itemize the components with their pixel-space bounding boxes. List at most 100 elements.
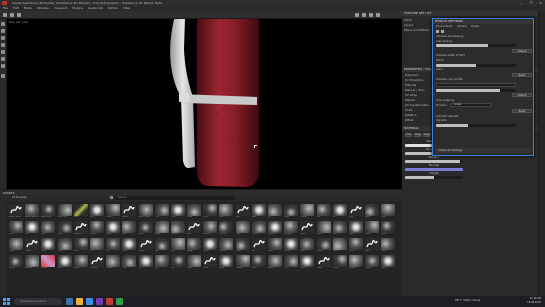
brush-thumbnail[interactable]: Flakes xyxy=(348,221,363,237)
brush-thumbnail[interactable]: Oil 2 xyxy=(284,255,299,271)
brush-thumbnail[interactable]: Wear xyxy=(348,238,363,254)
tab-viewer[interactable]: Viewer xyxy=(471,25,480,28)
brush-thumbnail[interactable]: Pencil xyxy=(9,221,23,237)
brush-thumbnail[interactable]: Canvas xyxy=(219,221,234,237)
brush-thumbnail[interactable]: Spray xyxy=(106,221,121,237)
minimize-button[interactable]: — xyxy=(519,1,524,5)
brush-thumbnail[interactable]: Artistic Brush xyxy=(9,204,23,220)
brush-thumbnail[interactable]: Streak xyxy=(284,238,299,254)
tab-icon[interactable] xyxy=(441,30,444,33)
tone-mapping-dropdown[interactable]: Linear xyxy=(451,103,492,108)
paint-brush-icon[interactable] xyxy=(1,22,5,26)
brush-thumbnail[interactable]: Rough xyxy=(187,238,202,254)
attr-color-button[interactable]: Color xyxy=(405,133,412,137)
brush-thumbnail[interactable]: Dots xyxy=(219,204,234,220)
brush-thumbnail[interactable]: Ink xyxy=(332,204,347,220)
brush-thumbnail[interactable]: Crack xyxy=(203,204,218,220)
brush-thumbnail[interactable]: Wipe xyxy=(365,238,380,254)
substance-painter-taskbar-icon[interactable] xyxy=(106,298,113,305)
brush-thumbnail[interactable]: Splatter xyxy=(122,204,137,220)
brush-thumbnail[interactable]: Dirt 2 xyxy=(89,204,104,220)
bake-icon[interactable] xyxy=(1,74,5,78)
brush-thumbnail[interactable]: Stroke xyxy=(154,221,169,237)
brush-thumbnail[interactable]: Blot xyxy=(57,255,72,271)
brush-thumbnail[interactable]: Foam xyxy=(365,221,380,237)
brush-thumbnail[interactable]: Noise xyxy=(73,238,88,254)
brush-thumbnail[interactable]: Damage xyxy=(284,221,299,237)
bloom-slider[interactable] xyxy=(436,63,516,67)
brush-thumbnail[interactable]: Stain xyxy=(122,221,137,237)
checkbox-vignette[interactable]: Activate Vignette xyxy=(436,115,530,118)
file-explorer-icon[interactable] xyxy=(76,298,83,305)
height-slider[interactable] xyxy=(405,176,463,179)
layout-icon[interactable] xyxy=(369,13,373,17)
brush-thumbnail[interactable]: Glaze xyxy=(187,255,202,271)
brush-thumbnail[interactable]: Mark xyxy=(41,238,56,254)
brush-thumbnail[interactable]: Cells xyxy=(154,204,169,220)
attr-height-button[interactable]: Height xyxy=(414,133,422,137)
system-clock[interactable]: 11:16 AM 19-08-2023 xyxy=(527,297,541,305)
anti-aliasing-slider[interactable] xyxy=(436,44,516,48)
3d-viewport[interactable]: Fire_ext_Low xyxy=(7,19,402,189)
brush-thumbnail[interactable]: Grass xyxy=(284,204,299,220)
brush-thumbnail[interactable]: Fan xyxy=(154,255,169,271)
brush-thumbnail[interactable]: Chip xyxy=(235,221,250,237)
view-mode-icon[interactable] xyxy=(362,13,366,17)
brush-thumbnail[interactable]: Texture xyxy=(316,238,331,254)
brush-thumbnail[interactable]: Edge xyxy=(251,204,266,220)
brush-thumbnail[interactable]: Wash xyxy=(381,255,396,271)
brush-thumbnail[interactable]: Circuit xyxy=(251,221,266,237)
lazy-mouse-icon[interactable] xyxy=(17,13,21,17)
projection-icon[interactable] xyxy=(1,36,5,40)
taskbar-search-input[interactable]: Type here to search xyxy=(14,298,62,305)
brush-thumbnail[interactable]: Metal xyxy=(57,238,72,254)
brush-thumbnail[interactable]: Stucco xyxy=(170,221,185,237)
weather-widget[interactable]: 28°C Partly cloudy xyxy=(455,299,480,302)
eraser-icon[interactable] xyxy=(1,29,5,33)
brush-thumbnail[interactable]: Wood xyxy=(381,238,396,254)
brush-thumbnail[interactable]: Fur xyxy=(268,204,282,220)
tab-camera[interactable]: Camera xyxy=(457,25,467,28)
brush-thumbnail[interactable]: Chalk xyxy=(170,204,185,220)
color-picker-icon[interactable] xyxy=(1,64,5,68)
brush-thumbnail[interactable]: Scratches xyxy=(73,221,88,237)
brush-thumbnail[interactable]: Fiber xyxy=(332,221,347,237)
brush-thumbnail[interactable]: Blend xyxy=(41,255,56,271)
windows-start-icon[interactable] xyxy=(3,298,10,305)
brush-thumbnail[interactable]: Powder xyxy=(138,238,153,254)
brush-thumbnail[interactable]: Swirl xyxy=(300,238,315,254)
brush-thumbnail[interactable]: Drops xyxy=(300,221,315,237)
brush-thumbnail[interactable]: Pen xyxy=(25,221,40,237)
default-button-2[interactable]: Default xyxy=(512,93,532,98)
brush-thumbnail[interactable]: Scales xyxy=(203,238,218,254)
brush-thumbnail[interactable]: Rock xyxy=(170,238,185,254)
brush-thumbnail[interactable]: Oil xyxy=(89,238,104,254)
brush-thumbnail[interactable]: Sketch xyxy=(332,255,347,271)
brush-thumbnail[interactable]: Concrete xyxy=(268,221,282,237)
brush-thumbnail[interactable]: Knife xyxy=(251,255,266,271)
checkbox-depth-of-field[interactable]: Activate depth of field xyxy=(436,54,530,57)
camera-icon[interactable] xyxy=(355,13,359,17)
app-taskbar-icon[interactable] xyxy=(116,298,123,305)
brush-thumbnail[interactable]: Dirt 1 xyxy=(73,204,88,220)
brush-thumbnail[interactable]: Brush Stroke xyxy=(138,204,153,220)
brush-thumbnail[interactable]: Moss xyxy=(365,204,380,220)
brush-thumbnail[interactable]: Dry xyxy=(138,255,153,271)
brush-thumbnail[interactable]: Crayon xyxy=(106,255,121,271)
checkbox-anti-aliasing[interactable]: Activate anti-aliasing xyxy=(436,35,530,38)
task-view-icon[interactable] xyxy=(66,298,73,305)
brush-thumbnail[interactable]: Bristle xyxy=(73,255,88,271)
clone-icon[interactable] xyxy=(1,57,5,61)
brush-thumbnail[interactable]: Dust xyxy=(235,204,250,220)
brush-thumbnail[interactable]: Basic Hard xyxy=(41,204,56,220)
brush-thumbnail[interactable]: Grunge xyxy=(300,204,315,220)
brush-thumbnail[interactable]: Marker xyxy=(268,255,282,271)
brush-thumbnail[interactable]: Hatch xyxy=(219,255,234,271)
settings-icon[interactable] xyxy=(376,13,380,17)
brush-thumbnail[interactable]: Sand xyxy=(57,221,72,237)
brush-thumbnail[interactable]: Basic Soft xyxy=(57,204,72,220)
advanced-settings-footer[interactable]: Advanced Settings xyxy=(435,148,531,153)
brush-thumbnail[interactable]: Stone xyxy=(138,221,153,237)
brush-thumbnail[interactable]: Fabric xyxy=(316,221,331,237)
paint-mode-icon[interactable] xyxy=(3,13,7,17)
